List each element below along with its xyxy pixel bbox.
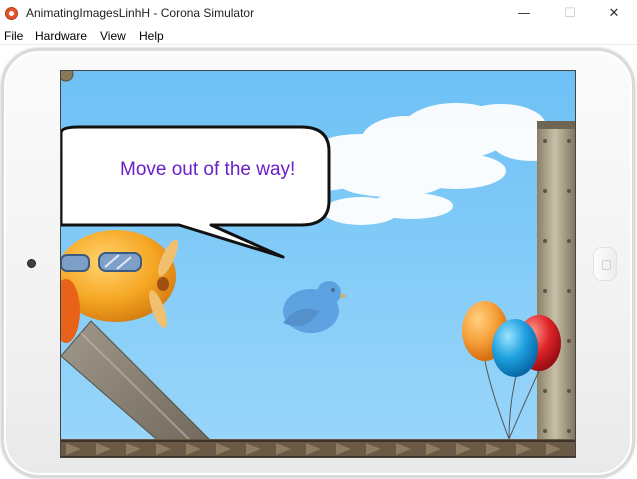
window-title: AnimatingImagesLinhH - Corona Simulator <box>26 6 255 20</box>
title-bar: AnimatingImagesLinhH - Corona Simulator … <box>0 0 637 27</box>
corona-icon <box>5 7 18 20</box>
menu-bar: File Hardware View Help <box>0 27 637 45</box>
game-screen[interactable]: Move out of the way! <box>60 70 576 458</box>
menu-hardware[interactable]: Hardware <box>35 29 87 43</box>
close-button[interactable]: ✕ <box>591 0 637 27</box>
home-button[interactable] <box>593 247 617 281</box>
menu-file[interactable]: File <box>4 29 23 43</box>
game-scene <box>61 71 575 457</box>
menu-view[interactable]: View <box>100 29 126 43</box>
balloon-blue <box>492 319 538 377</box>
speech-bubble-text: Move out of the way! <box>120 159 296 180</box>
plane <box>61 230 179 343</box>
maximize-button[interactable]: ☐ <box>547 0 593 27</box>
camera-icon <box>27 259 36 268</box>
steel-pillar <box>537 121 575 451</box>
minimize-button[interactable]: — <box>501 0 547 27</box>
bird <box>283 281 348 333</box>
menu-help[interactable]: Help <box>139 29 164 43</box>
